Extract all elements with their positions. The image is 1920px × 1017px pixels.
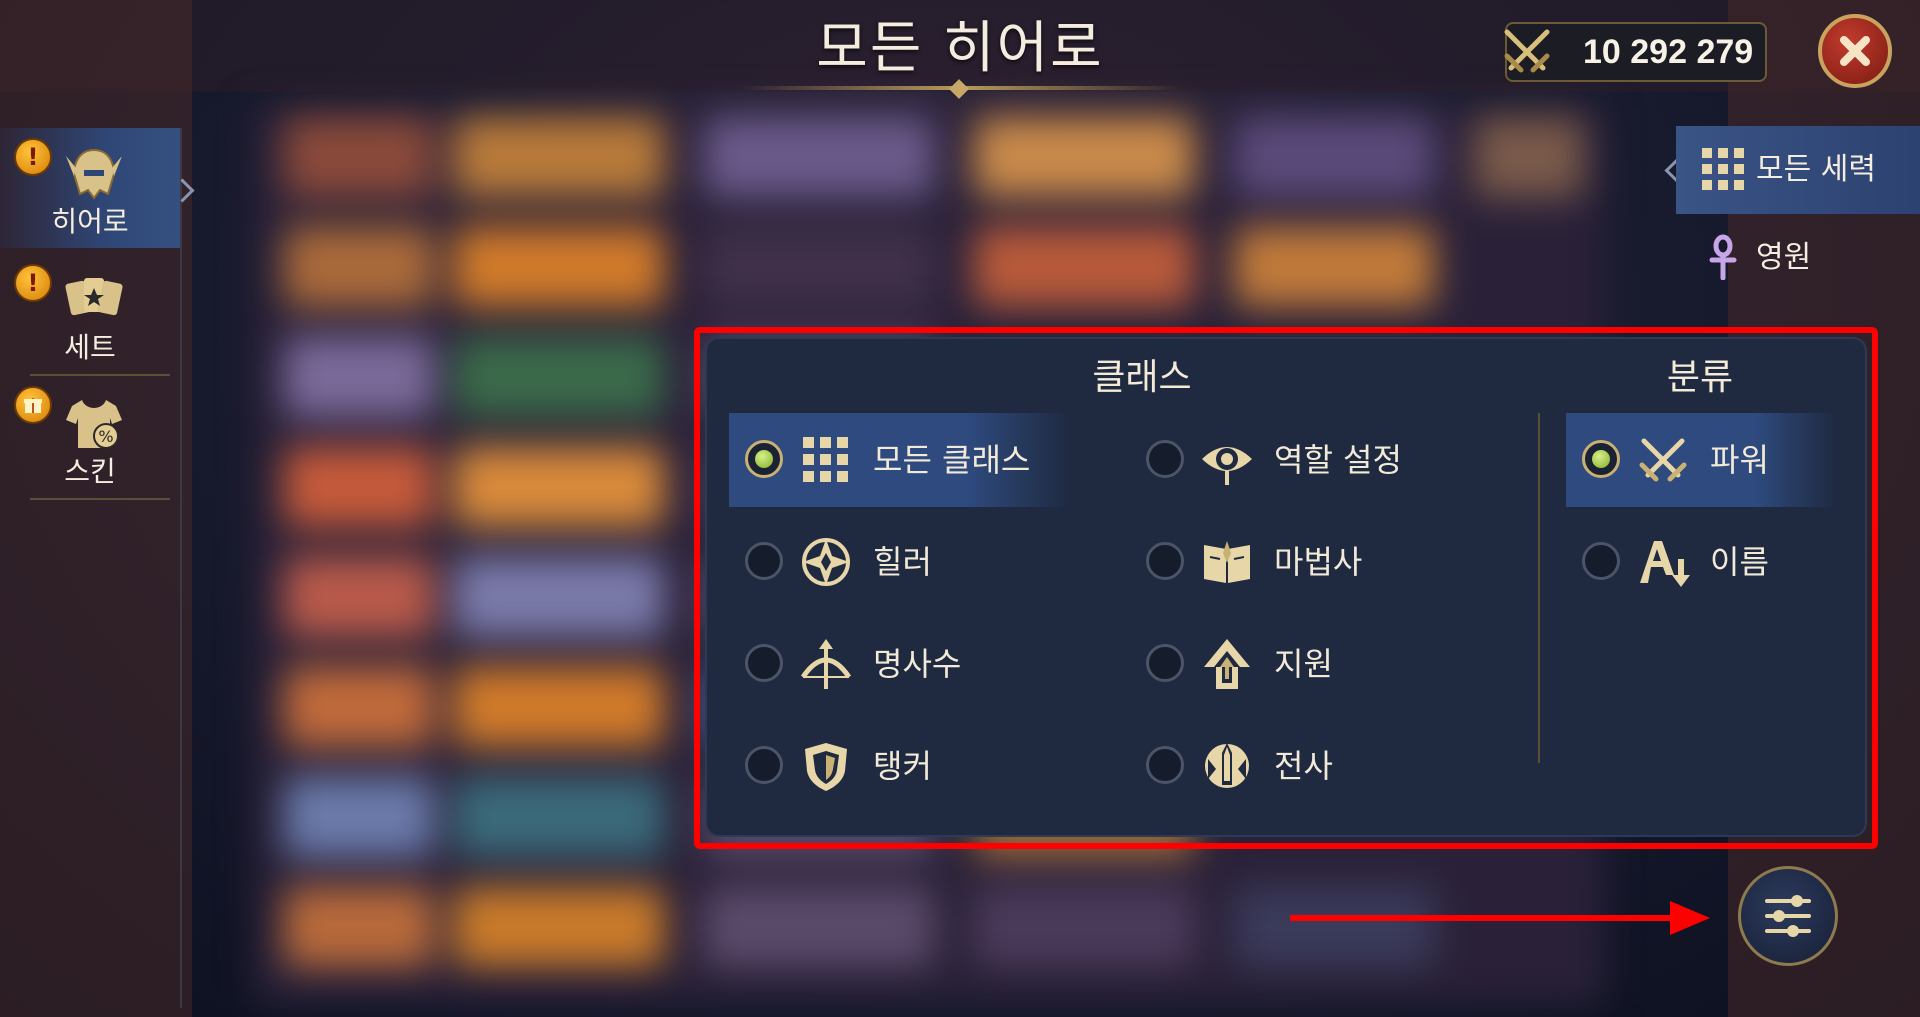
ankh-icon (1709, 234, 1737, 280)
nav-divider (30, 498, 170, 500)
left-nav-rail (180, 128, 182, 1008)
nav-divider (30, 374, 170, 376)
annotation-arrow-head (1670, 901, 1710, 935)
faction-eternal[interactable]: 영원 (1676, 214, 1920, 302)
page-title: 모든 히어로 (816, 16, 1104, 81)
annotation-arrow-line (1290, 915, 1680, 921)
power-value: 10 292 279 (1583, 33, 1754, 71)
gift-badge (14, 386, 52, 424)
faction-all[interactable]: 모든 세력 (1676, 126, 1920, 214)
power-display: 10 292 279 (1504, 22, 1767, 82)
cards-icon (65, 278, 123, 316)
svg-text:%: % (98, 427, 113, 446)
sliders-icon (1765, 895, 1811, 937)
nav-item-label: 세트 (64, 331, 116, 364)
helmet-icon (66, 148, 122, 200)
gift-icon (24, 398, 42, 413)
alert-badge: ! (14, 138, 52, 176)
nav-item-label: 히어로 (51, 205, 129, 238)
grid-icon (1702, 148, 1744, 190)
faction-label: 영원 (1756, 240, 1812, 275)
alert-badge: ! (14, 264, 52, 302)
filter-button[interactable] (1738, 866, 1838, 966)
crossed-swords-icon (1504, 29, 1550, 73)
faction-label: 모든 세력 (1756, 152, 1876, 187)
close-button[interactable] (1818, 14, 1892, 88)
shirt-icon: % (66, 400, 122, 449)
highlight-box (694, 327, 1878, 849)
close-icon (1840, 36, 1870, 66)
nav-item-label: 스킨 (64, 455, 116, 488)
